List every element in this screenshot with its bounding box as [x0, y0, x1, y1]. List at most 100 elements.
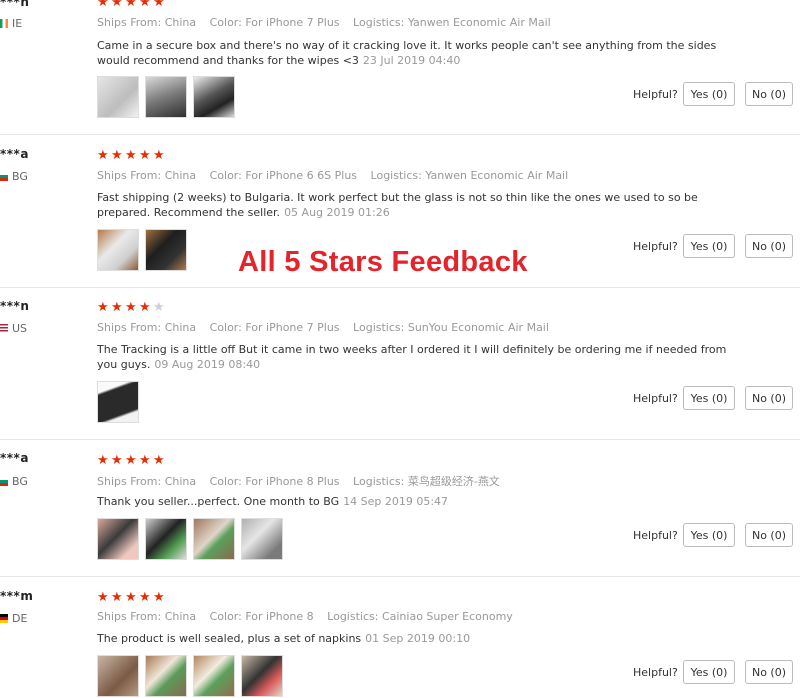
flag-bg-icon: [0, 172, 8, 181]
review-photo[interactable]: [97, 381, 139, 423]
review-date: 05 Aug 2019 01:26: [284, 206, 390, 219]
review-date: 23 Jul 2019 04:40: [362, 54, 461, 67]
helpful-no-button[interactable]: No (0): [745, 234, 793, 258]
review-photo[interactable]: [97, 76, 139, 118]
review-photo[interactable]: [145, 518, 187, 560]
flag-de-icon: [0, 614, 8, 623]
color-value: For iPhone 7 Plus: [245, 16, 340, 29]
review-photo[interactable]: [241, 518, 283, 560]
color-value: For iPhone 8: [245, 610, 314, 623]
reviewer-country: BG: [0, 170, 28, 183]
star-icon: ★: [139, 300, 151, 315]
review-photos: [97, 229, 187, 271]
star-icon: ★: [125, 453, 137, 468]
ships-from-value: China: [164, 610, 197, 623]
helpful-no-button[interactable]: No (0): [745, 386, 793, 410]
review-text: The Tracking is a little off But it came…: [97, 343, 727, 371]
reviewer-country: US: [0, 322, 27, 335]
review-photos: [97, 381, 139, 423]
star-icon: ★: [111, 453, 123, 468]
helpful-label: Helpful?: [633, 240, 678, 253]
helpful-no-button[interactable]: No (0): [745, 660, 793, 684]
review-photo[interactable]: [193, 76, 235, 118]
review-photo[interactable]: [193, 655, 235, 697]
ships-from-value: China: [164, 321, 197, 334]
reviewer-country: BG: [0, 475, 28, 488]
helpful-yes-button[interactable]: Yes (0): [683, 523, 735, 547]
star-icon: ★: [125, 590, 137, 605]
star-icon: ★: [139, 590, 151, 605]
ships-from-value: China: [164, 475, 197, 488]
helpful-label: Helpful?: [633, 392, 678, 405]
star-icon: ★: [97, 0, 109, 10]
helpful-yes-button[interactable]: Yes (0): [683, 234, 735, 258]
helpful-no-button[interactable]: No (0): [745, 523, 793, 547]
review-text: Came in a secure box and there's no way …: [97, 39, 717, 67]
review-meta: Ships From: China Color: For iPhone 8 Pl…: [97, 475, 500, 488]
star-icon: ★: [111, 300, 123, 315]
review-photo[interactable]: [193, 518, 235, 560]
star-icon: ★: [125, 300, 137, 315]
reviewer-name: ***a: [0, 451, 29, 465]
star-icon: ★: [153, 148, 165, 163]
review-text: Thank you seller...perfect. One month to…: [97, 495, 449, 508]
ships-from-value: China: [164, 169, 197, 182]
star-icon: ★: [153, 453, 165, 468]
star-icon: ★: [153, 590, 165, 605]
star-icon: ★: [97, 453, 109, 468]
divider: [0, 439, 800, 440]
review-meta: Ships From: China Color: For iPhone 7 Pl…: [97, 16, 551, 29]
star-icon: ★: [111, 148, 123, 163]
star-rating: ★ ★ ★ ★ ★: [97, 454, 166, 468]
flag-us-icon: [0, 324, 8, 333]
helpful-yes-button[interactable]: Yes (0): [683, 386, 735, 410]
overlay-headline: All 5 Stars Feedback: [238, 246, 528, 278]
star-empty-icon: ★: [153, 300, 165, 315]
logistics-value: Cainiao Super Economy: [381, 610, 513, 623]
star-rating: ★ ★ ★ ★ ★: [97, 301, 166, 315]
flag-ie-icon: [0, 19, 8, 28]
review-photos: [97, 518, 283, 560]
review-meta: Ships From: China Color: For iPhone 6 6S…: [97, 169, 569, 182]
review-photo[interactable]: [145, 229, 187, 271]
star-icon: ★: [139, 148, 151, 163]
reviewer-country: IE: [0, 17, 22, 30]
star-rating: ★ ★ ★ ★ ★: [97, 149, 166, 163]
helpful-label: Helpful?: [633, 529, 678, 542]
star-rating: ★ ★ ★ ★ ★: [97, 591, 166, 605]
reviewer-country: DE: [0, 612, 27, 625]
reviewer-name: ***a: [0, 147, 29, 161]
divider: [0, 287, 800, 288]
star-icon: ★: [153, 0, 165, 10]
review-photos: [97, 76, 235, 118]
divider: [0, 134, 800, 135]
reviewer-name: ***n: [0, 0, 30, 9]
divider: [0, 576, 800, 577]
review-photo[interactable]: [97, 229, 139, 271]
helpful-label: Helpful?: [633, 88, 678, 101]
flag-bg-icon: [0, 477, 8, 486]
star-icon: ★: [97, 590, 109, 605]
star-icon: ★: [125, 148, 137, 163]
ships-from-value: China: [164, 16, 197, 29]
star-icon: ★: [125, 0, 137, 10]
helpful-yes-button[interactable]: Yes (0): [683, 660, 735, 684]
review-date: 14 Sep 2019 05:47: [343, 495, 449, 508]
star-icon: ★: [97, 300, 109, 315]
logistics-value: 菜鸟超级经济-燕文: [407, 475, 500, 488]
review-photo[interactable]: [97, 518, 139, 560]
helpful-no-button[interactable]: No (0): [745, 82, 793, 106]
star-icon: ★: [139, 453, 151, 468]
review-photo[interactable]: [145, 76, 187, 118]
star-icon: ★: [139, 0, 151, 10]
color-value: For iPhone 8 Plus: [245, 475, 340, 488]
review-photos: [97, 655, 283, 697]
color-value: For iPhone 7 Plus: [245, 321, 340, 334]
reviewer-name: ***m: [0, 589, 34, 603]
color-value: For iPhone 6 6S Plus: [245, 169, 358, 182]
review-photo[interactable]: [97, 655, 139, 697]
reviewer-name: ***n: [0, 299, 30, 313]
review-photo[interactable]: [241, 655, 283, 697]
review-photo[interactable]: [145, 655, 187, 697]
helpful-yes-button[interactable]: Yes (0): [683, 82, 735, 106]
